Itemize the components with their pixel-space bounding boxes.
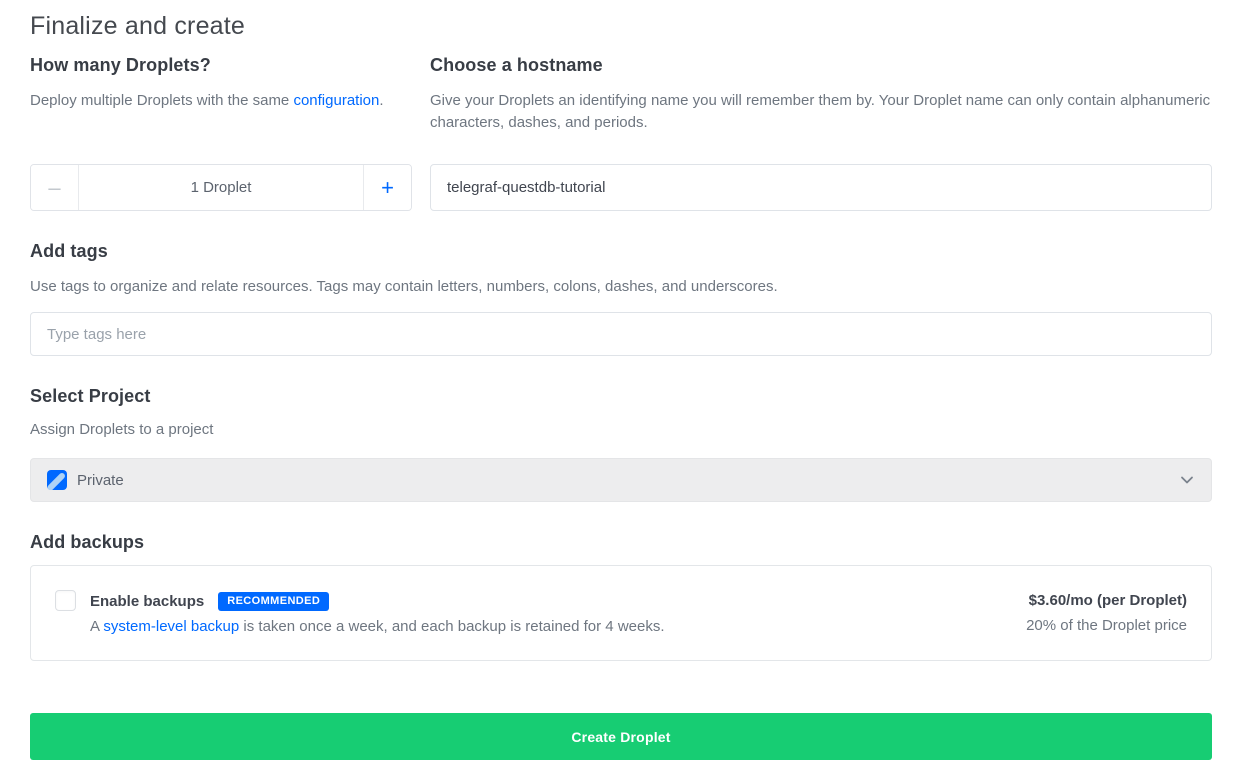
create-droplet-button[interactable]: Create Droplet [30, 713, 1212, 760]
chevron-down-icon [1179, 472, 1195, 488]
tags-input[interactable] [30, 312, 1212, 356]
backups-heading: Add backups [30, 532, 1212, 553]
hostname-section: Choose a hostname Give your Droplets an … [430, 55, 1212, 211]
backups-detail: A system-level backup is taken once a we… [90, 618, 1026, 635]
droplet-count-value: 1 Droplet [79, 165, 363, 210]
backups-pricing: $3.60/mo (per Droplet) 20% of the Drople… [1026, 592, 1187, 634]
droplet-count-section: How many Droplets? Deploy multiple Dropl… [30, 55, 412, 211]
backups-price-note: 20% of the Droplet price [1026, 617, 1187, 634]
hostname-heading: Choose a hostname [430, 55, 1212, 76]
project-select-dropdown[interactable]: Private [30, 458, 1212, 502]
droplet-count-heading: How many Droplets? [30, 55, 412, 76]
hostname-input[interactable] [430, 164, 1212, 211]
droplet-count-stepper: – 1 Droplet + [30, 164, 412, 211]
backups-card: Enable backups RECOMMENDED A system-leve… [30, 565, 1212, 661]
tags-description: Use tags to organize and relate resource… [30, 276, 1212, 298]
system-level-backup-link[interactable]: system-level backup [103, 618, 239, 635]
project-heading: Select Project [30, 386, 1212, 407]
droplet-count-description: Deploy multiple Droplets with the same c… [30, 90, 412, 148]
tags-section: Add tags Use tags to organize and relate… [30, 241, 1212, 356]
project-selected-value: Private [77, 472, 1179, 489]
decrement-droplets-button[interactable]: – [31, 165, 79, 210]
top-columns: How many Droplets? Deploy multiple Dropl… [30, 55, 1212, 211]
project-description: Assign Droplets to a project [30, 421, 1212, 438]
tags-heading: Add tags [30, 241, 1212, 262]
plus-icon: + [381, 175, 394, 201]
increment-droplets-button[interactable]: + [363, 165, 411, 210]
enable-backups-label: Enable backups [90, 593, 204, 610]
page-title: Finalize and create [30, 12, 1212, 41]
configuration-link[interactable]: configuration [293, 92, 379, 109]
backups-price: $3.60/mo (per Droplet) [1026, 592, 1187, 609]
recommended-badge: RECOMMENDED [218, 592, 329, 611]
finalize-and-create-page: Finalize and create How many Droplets? D… [0, 0, 1237, 777]
backups-text: Enable backups RECOMMENDED A system-leve… [90, 592, 1026, 635]
enable-backups-checkbox[interactable] [55, 590, 76, 611]
hostname-description: Give your Droplets an identifying name y… [430, 90, 1212, 148]
project-folder-icon [47, 470, 67, 490]
project-section: Select Project Assign Droplets to a proj… [30, 386, 1212, 502]
minus-icon: – [48, 175, 60, 201]
backups-section: Add backups Enable backups RECOMMENDED A… [30, 532, 1212, 661]
